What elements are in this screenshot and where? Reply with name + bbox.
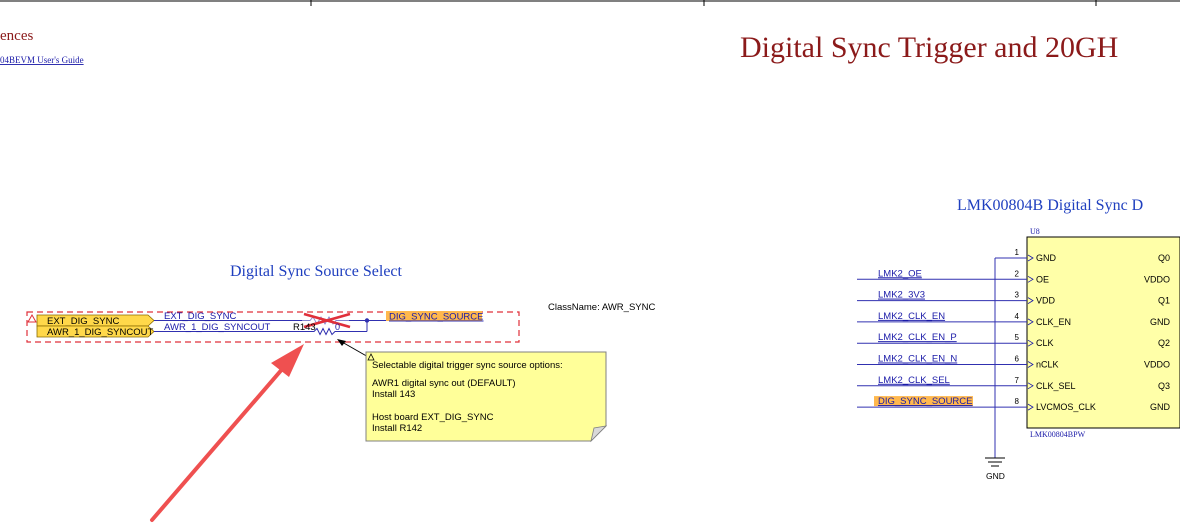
- lmk-pin-name: VDD: [1036, 296, 1056, 306]
- page-title: Digital Sync Trigger and 20GH: [740, 31, 1118, 64]
- lmk-pin-number: 3: [1015, 291, 1020, 300]
- lmk-net-label: LMK2_3V3: [878, 290, 925, 301]
- lmk-pin-2[interactable]: LMK2_OE 2 OE: [857, 268, 1049, 284]
- net-label-awr-dig-syncout: AWR_1_DIG_SYNCOUT: [164, 322, 270, 333]
- port-ext-dig-sync-label: EXT_DIG_SYNC: [47, 316, 119, 327]
- references-title: ences: [0, 28, 33, 44]
- lmk-pin-name: GND: [1036, 253, 1057, 263]
- lmk-pin-name: CLK_SEL: [1036, 381, 1076, 391]
- lmk-pin-name: OE: [1036, 274, 1049, 284]
- gnd-symbol: GND: [985, 257, 1027, 481]
- note-line-3: Install 143: [372, 389, 415, 400]
- lmk-refdes: U8: [1030, 227, 1040, 236]
- lmk-right-pin-name: Q1: [1158, 296, 1170, 306]
- lmk-net-label: DIG_SYNC_SOURCE: [878, 396, 973, 407]
- lmk-right-pin-name: VDDO: [1144, 274, 1170, 284]
- lmk-pin-name: LVCMOS_CLK: [1036, 402, 1096, 412]
- lmk-ic-body[interactable]: [1026, 236, 1180, 429]
- note-line-1: Selectable digital trigger sync source o…: [372, 360, 563, 371]
- lmk-right-pin-name: GND: [1150, 317, 1171, 327]
- lmk-pin-3[interactable]: LMK2_3V3 3 VDD: [857, 290, 1056, 306]
- lmk-part-number: LMK00804BPW: [1030, 430, 1086, 439]
- port-awr-dig-syncout-label: AWR_1_DIG_SYNCOUT: [47, 327, 153, 338]
- lmk-net-label: LMK2_OE: [878, 268, 922, 279]
- resistor-r143[interactable]: R143 0: [293, 322, 348, 336]
- note-line-4: Host board EXT_DIG_SYNC: [372, 412, 494, 423]
- port-ext-dig-sync[interactable]: EXT_DIG_SYNC: [36, 314, 155, 327]
- lmk-pin-number: 5: [1015, 333, 1020, 342]
- note-line-5: Install R142: [372, 423, 422, 434]
- lmk-right-pin-name: GND: [1150, 402, 1171, 412]
- lmk-pin-number: 8: [1015, 397, 1020, 406]
- lmk-right-pin-name: Q2: [1158, 338, 1170, 348]
- lmk-pin-number: 1: [1015, 248, 1020, 257]
- lmk-pin-5[interactable]: LMK2_CLK_EN_P 5 CLK: [857, 332, 1054, 348]
- sync-select-title: Digital Sync Source Select: [230, 263, 403, 280]
- lmk-net-label: LMK2_CLK_EN_P: [878, 332, 957, 343]
- lmk-pin-number: 7: [1015, 376, 1020, 385]
- resistor-r143-ref: R143: [293, 322, 316, 333]
- lmk-right-pin-name: VDDO: [1144, 360, 1170, 370]
- lmk-pin-number: 2: [1015, 269, 1020, 278]
- resistor-r143-value: 0: [335, 322, 340, 332]
- lmk-right-pin-name: Q0: [1158, 253, 1170, 263]
- class-name-label: ClassName: AWR_SYNC: [548, 302, 655, 313]
- lmk-pin-name: nCLK: [1036, 360, 1059, 370]
- port-awr-dig-syncout[interactable]: AWR_1_DIG_SYNCOUT: [36, 325, 155, 338]
- lmk-pin-number: 6: [1015, 355, 1020, 364]
- lmk-section-title: LMK00804B Digital Sync D: [957, 197, 1143, 214]
- sheet-border: [0, 0, 1180, 6]
- lmk-right-pin-name: Q3: [1158, 381, 1170, 391]
- note-line-2: AWR1 digital sync out (DEFAULT): [372, 378, 516, 389]
- gnd-label: GND: [986, 471, 1005, 481]
- net-label-dig-sync-source: DIG_SYNC_SOURCE: [389, 312, 484, 323]
- net-label-ext-dig-sync: EXT_DIG_SYNC: [164, 311, 236, 322]
- lmk-pin-name: CLK_EN: [1036, 317, 1071, 327]
- annotation-arrow: [150, 344, 304, 522]
- lmk-pin-number: 4: [1015, 312, 1020, 321]
- lmk-pin-name: CLK: [1036, 338, 1054, 348]
- lmk-net-label: LMK2_CLK_EN: [878, 311, 945, 322]
- schematic-canvas: ences 04BEVM User's Guide Digital Sync T…: [0, 0, 1180, 522]
- sticky-note[interactable]: Selectable digital trigger sync source o…: [365, 351, 608, 443]
- lmk-net-label: LMK2_CLK_EN_N: [878, 354, 957, 365]
- users-guide-link[interactable]: 04BEVM User's Guide: [0, 55, 84, 65]
- warning-triangle-icon: [27, 313, 37, 323]
- lmk-net-label: LMK2_CLK_SEL: [878, 375, 950, 386]
